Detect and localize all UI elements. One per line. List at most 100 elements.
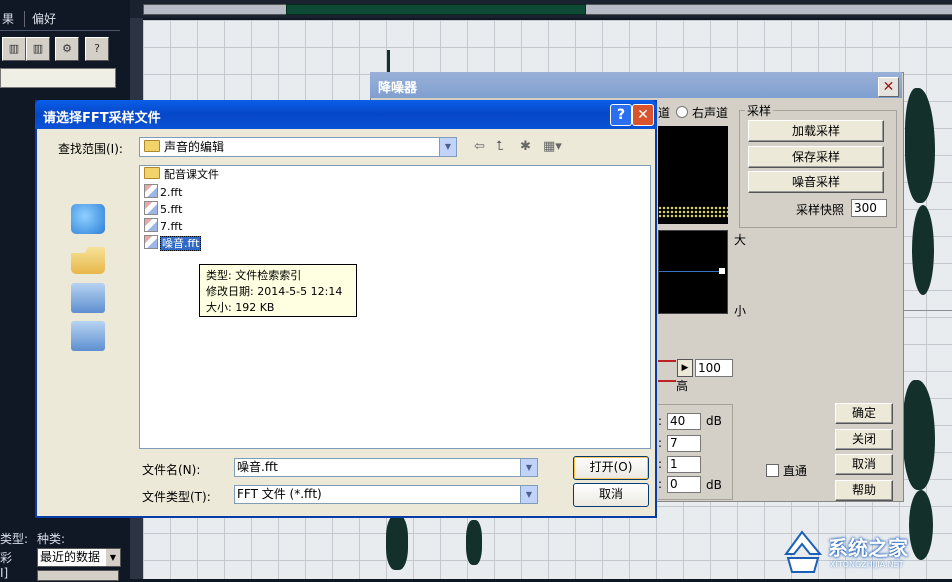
tooltip-type: 类型: 文件检索索引	[206, 268, 350, 284]
param-input[interactable]: 40	[667, 413, 701, 430]
file-name: 2.fft	[160, 186, 182, 199]
lookin-select[interactable]: 声音的编辑 ▼	[139, 137, 457, 157]
help-button[interactable]: 帮助	[835, 480, 893, 501]
list-item[interactable]: 7.fft	[144, 218, 182, 234]
noise-sample-button[interactable]: 噪音采样	[748, 171, 884, 193]
param-input[interactable]: 0	[667, 476, 701, 493]
file-name: 配音课文件	[164, 168, 219, 181]
chevron-down-icon: ▼	[520, 486, 537, 503]
tooltip-date: 修改日期: 2014-5-5 12:14	[206, 284, 350, 300]
save-sample-button[interactable]: 保存采样	[748, 146, 884, 168]
lookin-label: 查找范围(I):	[58, 140, 123, 157]
my-computer-icon[interactable]	[71, 283, 105, 313]
snapshot-label: 采样快照	[796, 201, 844, 218]
recent-icon[interactable]	[71, 204, 105, 234]
chevron-right-icon[interactable]: ▶	[677, 359, 693, 377]
reduction-graph[interactable]	[658, 230, 728, 314]
sample-group-title: 采样	[745, 102, 773, 119]
waveform-icon[interactable]: ▥	[26, 37, 50, 61]
param-label: :	[658, 477, 662, 491]
tooltip-size: 大小: 192 KB	[206, 300, 350, 316]
file-icon	[144, 235, 158, 249]
db-unit: dB	[706, 478, 722, 492]
filetype-select[interactable]: FFT 文件 (*.fft) ▼	[234, 485, 538, 504]
filetype-label: 文件类型(T):	[142, 488, 211, 505]
help-icon[interactable]: ?	[85, 37, 109, 61]
snapshot-input[interactable]: 300	[851, 199, 887, 217]
waveform	[466, 520, 482, 565]
cancel-button[interactable]: 取消	[573, 483, 649, 507]
param-label: :	[658, 457, 662, 471]
file-name: 噪音.fft	[160, 236, 201, 251]
close-button[interactable]: 关闭	[835, 429, 893, 450]
file-tooltip: 类型: 文件检索索引 修改日期: 2014-5-5 12:14 大小: 192 …	[199, 264, 357, 317]
graph-line	[659, 271, 721, 272]
recent-data-select[interactable]: 最近的数据 ▼	[37, 548, 121, 567]
window-title: 降噪器	[378, 77, 417, 96]
open-button[interactable]: 打开(O)	[573, 456, 649, 480]
filename-label: 文件名(N):	[142, 461, 200, 478]
help-icon[interactable]: ?	[610, 104, 632, 126]
up-folder-icon[interactable]: ⮤	[496, 139, 504, 155]
filename-value: 噪音.fft	[237, 460, 278, 474]
new-folder-icon[interactable]: ✱	[520, 139, 531, 155]
range-slider[interactable]	[658, 360, 676, 382]
big-label: 大	[734, 231, 746, 248]
row-label: 彩	[0, 549, 12, 566]
search-input[interactable]	[0, 68, 116, 88]
left-channel-label: 道	[658, 106, 670, 120]
load-sample-button[interactable]: 加载采样	[748, 120, 884, 142]
param-label: :	[658, 436, 662, 450]
settings-icon[interactable]: ⚙	[55, 37, 79, 61]
right-channel-radio[interactable]	[676, 106, 688, 118]
file-icon	[144, 218, 158, 232]
file-name: 5.fft	[160, 203, 182, 216]
file-icon	[144, 184, 158, 198]
small-label: 小	[734, 302, 746, 319]
tab-preferences[interactable]: 偏好	[32, 10, 56, 28]
noise-reducer-titlebar[interactable]	[370, 72, 902, 98]
lookin-value: 声音的编辑	[164, 140, 224, 154]
waveform	[912, 205, 934, 295]
waveform-icon[interactable]: ▥	[2, 37, 26, 61]
row-label: I]	[0, 566, 8, 580]
param-input[interactable]: 7	[667, 435, 701, 452]
logo-brand: 系统之家	[828, 532, 908, 561]
panel-button[interactable]	[37, 570, 119, 581]
graph-handle[interactable]	[719, 268, 725, 274]
cancel-button[interactable]: 取消	[835, 454, 893, 475]
close-icon[interactable]: ✕	[632, 104, 654, 126]
param-label: :	[658, 414, 662, 428]
tab-effects[interactable]: 果	[2, 10, 14, 28]
ok-button[interactable]: 确定	[835, 403, 893, 424]
high-label: 高	[676, 377, 688, 394]
logo-url: XITONGZHIJIA.NET	[830, 560, 904, 569]
folder-icon	[144, 140, 160, 152]
param-input[interactable]: 1	[667, 456, 701, 473]
filename-input[interactable]: 噪音.fft ▼	[234, 458, 538, 477]
close-icon[interactable]: ✕	[878, 77, 899, 97]
select-value: 最近的数据	[40, 550, 100, 564]
folder-icon	[144, 167, 160, 179]
site-logo: 系统之家 XITONGZHIJIA.NET	[780, 524, 952, 579]
chevron-down-icon: ▼	[520, 459, 537, 476]
list-item[interactable]: 2.fft	[144, 184, 182, 200]
list-item[interactable]: 噪音.fft	[144, 235, 201, 251]
high-value-input[interactable]: 100	[695, 359, 733, 377]
tab-underline	[0, 30, 120, 31]
type-label: 类型:	[0, 530, 28, 547]
scrollbar-thumb[interactable]	[286, 4, 586, 15]
bypass-checkbox[interactable]	[766, 464, 779, 477]
waveform	[386, 515, 408, 570]
dialog-title: 请选择FFT采样文件	[43, 107, 161, 126]
spectrum-display	[658, 126, 728, 224]
back-icon[interactable]: ⇦	[474, 139, 485, 155]
channel-radio-group: 道右声道	[658, 104, 728, 121]
bypass-label: 直通	[783, 462, 807, 479]
filetype-value: FFT 文件 (*.fft)	[237, 487, 322, 501]
list-item[interactable]: 5.fft	[144, 201, 182, 217]
chevron-down-icon: ▼	[106, 549, 120, 566]
list-item[interactable]: 配音课文件	[144, 167, 219, 183]
view-menu-icon[interactable]: ▦▾	[543, 139, 562, 155]
network-icon[interactable]	[71, 321, 105, 351]
